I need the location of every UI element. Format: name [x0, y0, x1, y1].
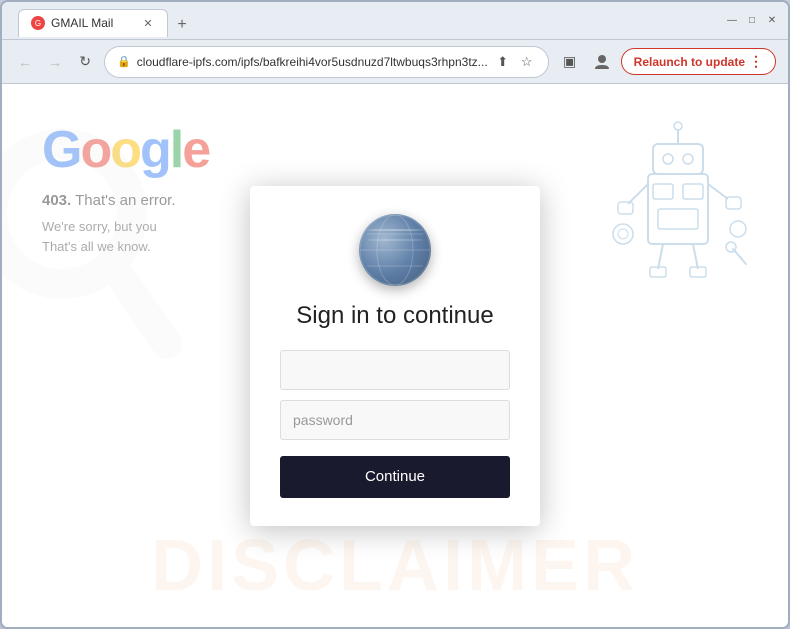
reload-button[interactable]: ↻ [74, 50, 96, 74]
sidebar-toggle-button[interactable]: ▣ [557, 49, 583, 75]
modal-title: Sign in to continue [296, 302, 493, 330]
profile-button[interactable] [589, 49, 615, 75]
maximize-button[interactable]: □ [744, 13, 760, 29]
sign-in-modal: Sign in to continue Continue [250, 186, 540, 526]
nav-right-controls: ▣ Relaunch to update ⋮ [557, 48, 776, 75]
close-button[interactable]: ✕ [764, 13, 780, 29]
forward-button[interactable]: → [44, 50, 66, 74]
bookmark-icon[interactable]: ☆ [518, 53, 536, 71]
tab-title: GMAIL Mail [51, 16, 135, 30]
lock-icon: 🔒 [117, 55, 131, 68]
tab-favicon: G [31, 16, 45, 30]
tab-bar: G GMAIL Mail ✕ + [10, 5, 720, 37]
relaunch-update-button[interactable]: Relaunch to update ⋮ [621, 48, 776, 75]
new-tab-button[interactable]: + [170, 13, 194, 37]
navigation-bar: ← → ↻ 🔒 cloudflare-ipfs.com/ipfs/bafkrei… [2, 40, 788, 84]
title-bar: G GMAIL Mail ✕ + — □ ✕ [2, 2, 788, 40]
email-input[interactable] [280, 350, 510, 390]
continue-button[interactable]: Continue [280, 456, 510, 498]
more-options-icon[interactable]: ⋮ [749, 53, 763, 70]
active-tab[interactable]: G GMAIL Mail ✕ [18, 9, 168, 37]
minimize-button[interactable]: — [724, 13, 740, 29]
relaunch-label: Relaunch to update [634, 55, 745, 69]
globe-icon [359, 214, 431, 286]
window-controls: — □ ✕ [724, 13, 780, 29]
address-bar-icons: ⬆ ☆ [494, 53, 536, 71]
password-input[interactable] [280, 400, 510, 440]
back-button[interactable]: ← [14, 50, 36, 74]
address-bar[interactable]: 🔒 cloudflare-ipfs.com/ipfs/bafkreihi4vor… [104, 46, 549, 78]
profile-icon [593, 53, 611, 71]
page-content: Google 403. That's an error. We're sorry… [2, 84, 788, 627]
browser-window: G GMAIL Mail ✕ + — □ ✕ ← → ↻ 🔒 cloudflar… [0, 0, 790, 629]
url-text: cloudflare-ipfs.com/ipfs/bafkreihi4vor5u… [137, 55, 488, 69]
globe-svg [359, 214, 431, 286]
modal-overlay: Sign in to continue Continue [2, 84, 788, 627]
tab-close-button[interactable]: ✕ [141, 16, 155, 30]
share-icon[interactable]: ⬆ [494, 53, 512, 71]
